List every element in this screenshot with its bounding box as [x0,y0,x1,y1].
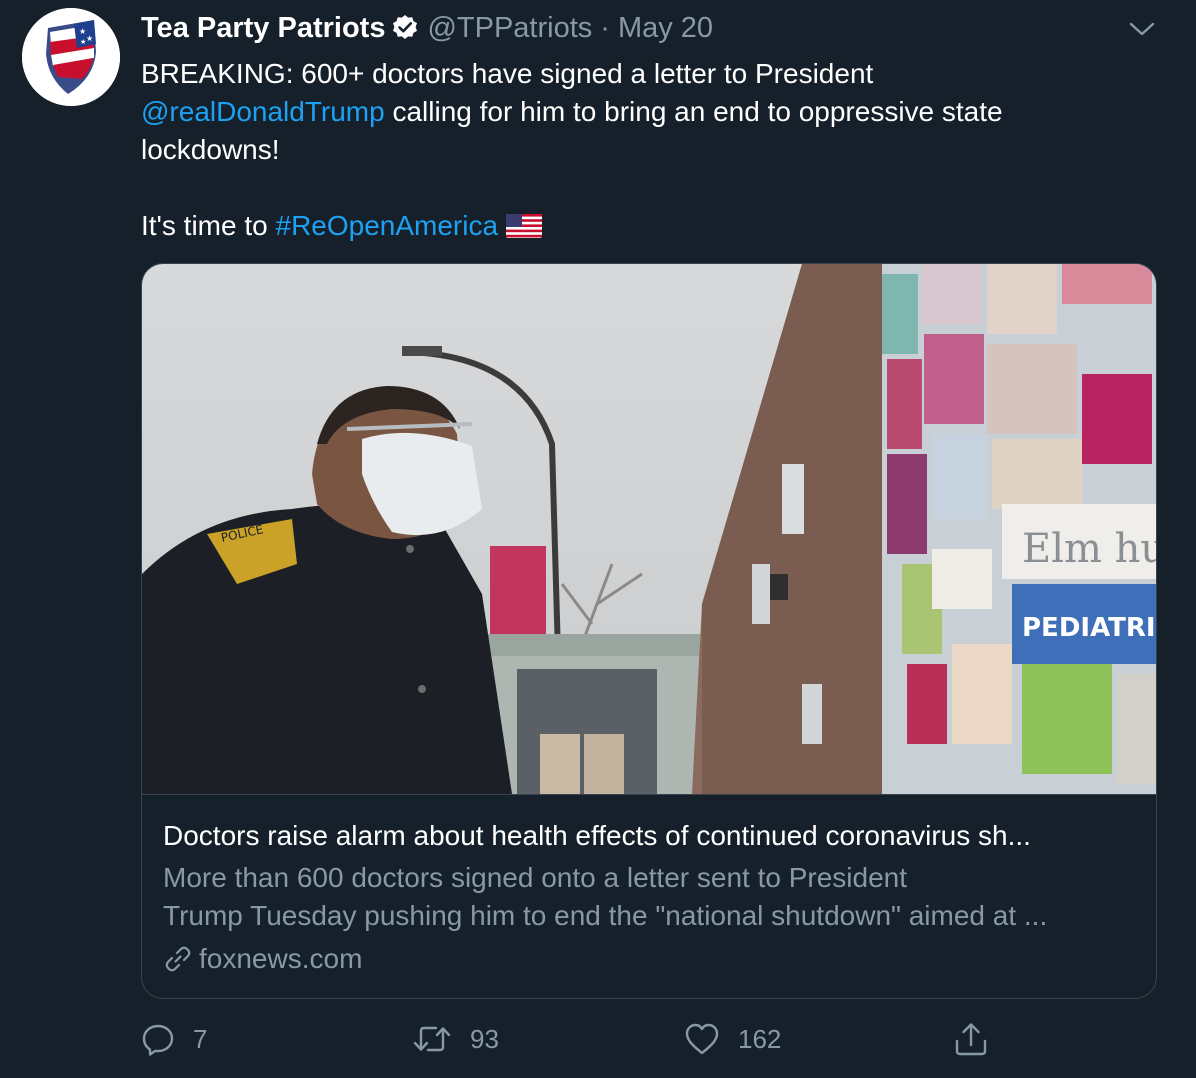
reply-count: 7 [193,1023,208,1054]
avatar[interactable]: ★ ★ ★ [22,8,120,106]
retweet-button[interactable]: 93 [412,1016,499,1062]
mention-link[interactable]: @realDonaldTrump [141,96,385,127]
tweet-text-line: lockdowns! [141,134,280,165]
retweet-icon [413,1026,451,1052]
retweet-count: 93 [470,1023,499,1054]
share-button[interactable] [954,1016,988,1062]
chevron-down-icon[interactable] [1127,16,1157,42]
verified-badge-icon [391,14,419,42]
tweet-header: Tea Party Patriots @TPPatriots · May 20 [141,10,713,46]
svg-text:★: ★ [80,38,86,46]
card-description: More than 600 doctors signed onto a lett… [163,859,1148,935]
us-flag-icon [506,210,543,248]
heart-icon [685,1023,719,1055]
tea-party-patriots-logo: ★ ★ ★ [22,8,120,106]
share-icon [955,1023,987,1056]
tweet-text-fragment: calling for him to bring an end to oppre… [384,96,1003,127]
link-card[interactable]: Elm hu PEDIATRIC CE POLICE Doctors raise… [141,263,1157,999]
banner-sign-text: Elm hu [1022,526,1156,572]
tweet-text-line: @realDonaldTrump calling for him to brin… [141,93,1131,131]
card-image: Elm hu PEDIATRIC CE POLICE [142,264,1156,795]
card-description-line: More than 600 doctors signed onto a lett… [163,862,908,893]
pediatric-sign-text: PEDIATRIC CE [1022,613,1156,643]
link-icon [165,946,191,972]
card-title[interactable]: Doctors raise alarm about health effects… [163,817,1138,855]
tweet-text-line: BREAKING: 600+ doctors have signed a let… [141,58,874,89]
card-domain-text: foxnews.com [199,943,363,974]
tweet-text: BREAKING: 600+ doctors have signed a let… [141,55,1131,245]
svg-text:★: ★ [86,34,93,43]
tweet-text-fragment: It's time to [141,210,276,241]
tweet-actions: 7 93 162 [0,1016,1196,1062]
card-domain[interactable]: foxnews.com [163,940,362,978]
hashtag-link[interactable]: #ReOpenAmerica [276,210,499,241]
tweet-text-line: It's time to #ReOpenAmerica [141,207,1131,245]
tweet-date[interactable]: May 20 [618,12,713,45]
like-button[interactable]: 162 [684,1016,781,1062]
reply-button[interactable]: 7 [141,1016,207,1062]
card-description-line: Trump Tuesday pushing him to end the "na… [163,900,1048,931]
user-handle[interactable]: @TPPatriots [427,12,592,45]
reply-icon [142,1024,174,1056]
display-name[interactable]: Tea Party Patriots [141,12,385,45]
like-count: 162 [738,1023,782,1054]
separator-dot: · [600,11,610,44]
